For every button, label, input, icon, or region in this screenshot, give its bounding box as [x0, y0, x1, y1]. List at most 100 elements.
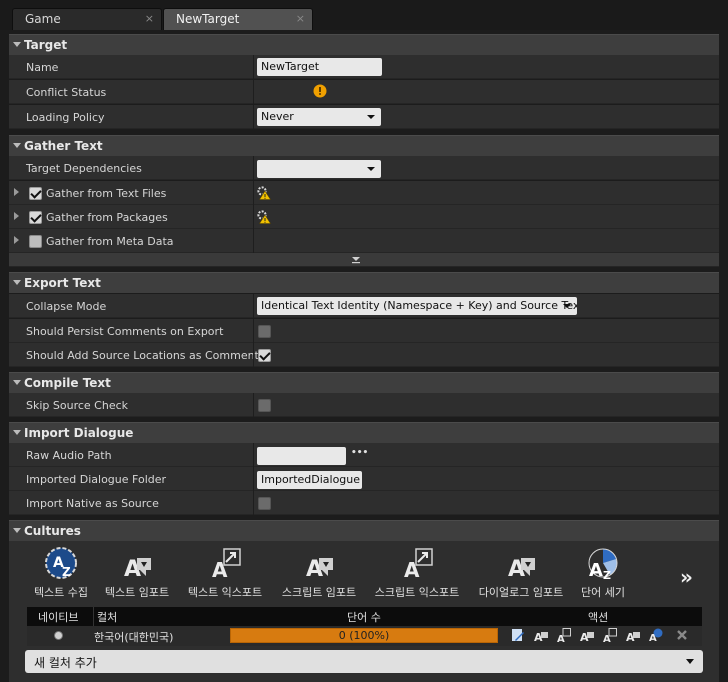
persist-comments-checkbox[interactable]: [258, 325, 271, 338]
column-divider[interactable]: [253, 181, 254, 205]
export-text-icon[interactable]: A: [557, 628, 571, 642]
chevron-down-icon: [367, 115, 375, 119]
browse-more-icon[interactable]: •••: [351, 448, 368, 458]
property-label: Conflict Status: [26, 86, 107, 99]
property-label: Collapse Mode: [26, 300, 107, 313]
loading-policy-dropdown[interactable]: Never: [257, 108, 381, 126]
native-culture-radio[interactable]: [54, 631, 63, 640]
advanced-expander[interactable]: [9, 253, 719, 267]
property-label: Gather from Text Files: [46, 187, 167, 200]
delete-culture-icon[interactable]: [675, 628, 689, 642]
chevron-down-icon: [352, 257, 360, 264]
property-label: Gather from Meta Data: [46, 235, 174, 248]
column-divider[interactable]: [253, 343, 254, 367]
row-add-source-locations: Should Add Source Locations as Comments: [9, 343, 719, 367]
column-divider[interactable]: [253, 156, 254, 180]
row-gather-packages: Gather from Packages: [9, 205, 719, 229]
cultures-table-header: 네이티브 컬처 단어 수 액션: [27, 607, 702, 626]
expand-arrow-icon[interactable]: [14, 236, 19, 244]
word-count-progress-bar: 0 (100%): [230, 628, 498, 643]
gather-meta-data-checkbox[interactable]: [29, 235, 42, 248]
column-divider[interactable]: [253, 205, 254, 229]
section-export-header[interactable]: Export Text: [9, 272, 719, 293]
column-divider[interactable]: [253, 443, 254, 467]
export-text-icon: A: [212, 548, 241, 580]
export-script-icon[interactable]: A: [603, 628, 617, 642]
column-header-actions[interactable]: 액션: [588, 609, 608, 625]
import-script-icon[interactable]: A: [580, 628, 594, 642]
row-imported-dialogue-folder: Imported Dialogue Folder ImportedDialogu…: [9, 467, 719, 491]
import-dialogue-icon[interactable]: A: [626, 628, 640, 642]
column-divider[interactable]: [253, 105, 254, 129]
close-icon[interactable]: ×: [296, 12, 305, 25]
column-divider[interactable]: [253, 467, 254, 491]
section-gather-header[interactable]: Gather Text: [9, 135, 719, 156]
skip-source-check-checkbox[interactable]: [258, 399, 271, 412]
imported-dialogue-folder-field[interactable]: ImportedDialogue: [257, 471, 362, 489]
row-conflict-status: Conflict Status: [9, 80, 719, 104]
column-divider[interactable]: [253, 294, 254, 318]
more-tools-chevron-icon[interactable]: »: [680, 565, 693, 589]
column-divider[interactable]: [253, 393, 254, 417]
row-persist-comments: Should Persist Comments on Export: [9, 319, 719, 343]
collapse-arrow-icon[interactable]: [13, 42, 21, 47]
svg-text:A: A: [557, 634, 565, 642]
collapse-arrow-icon[interactable]: [13, 528, 21, 533]
column-header-culture[interactable]: 컬처: [97, 609, 117, 625]
column-divider[interactable]: [253, 319, 254, 343]
section-title: Export Text: [24, 276, 101, 290]
column-header-native[interactable]: 네이티브: [38, 609, 78, 625]
svg-text:Z: Z: [62, 565, 71, 579]
collapse-arrow-icon[interactable]: [13, 280, 21, 285]
section-title: Gather Text: [24, 139, 103, 153]
expand-arrow-icon[interactable]: [14, 212, 19, 220]
collapse-mode-dropdown[interactable]: Identical Text Identity (Namespace + Key…: [257, 297, 577, 315]
export-script-button[interactable]: A 스크립트 익스포트: [369, 546, 465, 602]
column-divider[interactable]: [253, 491, 254, 515]
edit-translations-icon[interactable]: [511, 628, 525, 642]
export-text-button[interactable]: A 텍스트 익스포트: [184, 546, 266, 602]
import-text-button[interactable]: A 텍스트 임포트: [101, 546, 173, 602]
section-title: Cultures: [24, 524, 81, 538]
collapse-arrow-icon[interactable]: [13, 143, 21, 148]
svg-text:Z: Z: [603, 569, 611, 580]
tab-newtarget[interactable]: NewTarget ×: [163, 8, 313, 30]
property-label: Gather from Packages: [46, 211, 168, 224]
section-dialogue-header[interactable]: Import Dialogue: [9, 422, 719, 443]
count-words-icon: A Z: [588, 548, 618, 580]
svg-text:A: A: [589, 560, 603, 580]
section-target-header[interactable]: Target: [9, 34, 719, 55]
chevron-down-icon: [563, 304, 571, 308]
table-row[interactable]: 한국어(대한민국) 0 (100%) A A A A A A: [27, 626, 702, 646]
section-compile-header[interactable]: Compile Text: [9, 372, 719, 393]
button-label: 다이얼로그 임포트: [478, 586, 564, 599]
expand-arrow-icon[interactable]: [14, 188, 19, 196]
import-native-checkbox[interactable]: [258, 497, 271, 510]
dependencies-dropdown[interactable]: [257, 160, 381, 178]
gather-text-button[interactable]: A Z 텍스트 수집: [30, 546, 92, 602]
tab-game[interactable]: Game ×: [12, 8, 162, 30]
count-words-button[interactable]: A Z 단어 세기: [576, 546, 630, 602]
property-label: Imported Dialogue Folder: [26, 473, 167, 486]
count-words-icon[interactable]: A: [649, 628, 663, 642]
column-divider[interactable]: [253, 55, 254, 79]
import-text-icon[interactable]: A: [534, 628, 548, 642]
add-culture-dropdown[interactable]: 새 컬처 추가: [25, 650, 703, 673]
add-source-locations-checkbox[interactable]: [258, 349, 271, 362]
collapse-arrow-icon[interactable]: [13, 380, 21, 385]
raw-audio-path-field[interactable]: [257, 447, 346, 465]
section-cultures-header[interactable]: Cultures: [9, 520, 719, 541]
property-label: Should Persist Comments on Export: [26, 325, 224, 338]
name-field[interactable]: NewTarget: [257, 58, 382, 76]
gather-text-files-checkbox[interactable]: [29, 187, 42, 200]
settings-warning-icon: [257, 186, 271, 200]
column-divider[interactable]: [253, 229, 254, 253]
column-divider[interactable]: [253, 80, 254, 104]
import-script-button[interactable]: A 스크립트 임포트: [275, 546, 363, 602]
property-label: Import Native as Source: [26, 497, 159, 510]
close-icon[interactable]: ×: [145, 12, 154, 25]
import-dialogue-button[interactable]: A 다이얼로그 임포트: [472, 546, 570, 602]
gather-packages-checkbox[interactable]: [29, 211, 42, 224]
collapse-arrow-icon[interactable]: [13, 430, 21, 435]
column-header-word-count[interactable]: 단어 수: [347, 609, 381, 625]
